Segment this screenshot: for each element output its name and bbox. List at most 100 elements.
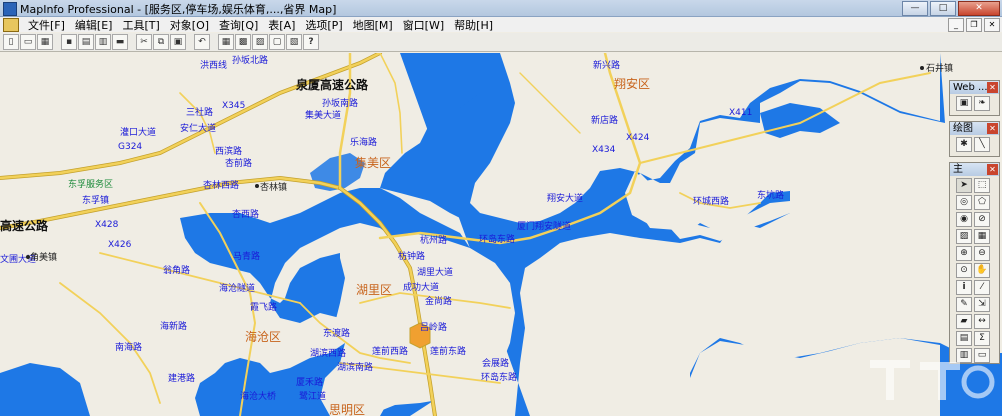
zoom-in-icon[interactable]: ⊕ [956, 246, 972, 261]
maximize-button[interactable]: □ [930, 1, 956, 16]
invert-select-icon[interactable]: ▨ [956, 229, 972, 244]
web-leaf-icon[interactable]: ❧ [974, 96, 990, 111]
new-redistrict-icon[interactable]: ▧ [286, 34, 302, 50]
main-toolbar-palette[interactable]: 主 ✕ ➤ ⬚ ◎ ⬠ ◉ ⊘ ▨ ▦ ⊕ ⊖ ⊙ ✋ i ⁄ ✎ ⇲ ▰ ↔ … [949, 162, 1000, 364]
town-dot [920, 66, 924, 70]
map-label-l52: 厦门翔安隧道 [517, 220, 571, 232]
map-label-l25: 马青路 [233, 250, 260, 262]
new-browser-icon[interactable]: ▦ [218, 34, 234, 50]
grabber-hand-icon[interactable]: ✋ [974, 263, 990, 278]
menu-options[interactable]: 选项[P] [300, 17, 347, 33]
undo-icon[interactable]: ↶ [194, 34, 210, 50]
graph-select-icon[interactable]: ▦ [974, 229, 990, 244]
map-label-l49: 会展路 [482, 357, 509, 369]
cut-icon[interactable]: ✂ [136, 34, 152, 50]
map-label-l36: 湖滨南路 [337, 361, 373, 373]
map-label-l27: 海沧隧道 [219, 282, 255, 294]
map-label-l34: 东渡路 [323, 327, 350, 339]
print-icon[interactable]: ▬ [112, 34, 128, 50]
symbol-tool-icon[interactable]: ✱ [956, 137, 972, 152]
doc-restore-button[interactable]: ❐ [966, 18, 982, 32]
label-tool-icon[interactable]: ✎ [956, 297, 972, 312]
mapinfo-app-icon[interactable] [3, 2, 17, 16]
window-title: MapInfo Professional - [服务区,停车场,娱乐体育,...… [20, 3, 337, 16]
legend-icon[interactable]: ▤ [956, 331, 972, 346]
radius-select-icon[interactable]: ◎ [956, 195, 972, 210]
minimize-button[interactable]: — [902, 1, 928, 16]
doc-minimize-button[interactable]: _ [948, 18, 964, 32]
map-label-l10: 乐海路 [350, 136, 377, 148]
menu-tools[interactable]: 工具[T] [117, 17, 164, 33]
map-label-l37: 厦禾路 [296, 376, 323, 388]
zoom-out-icon[interactable]: ⊖ [974, 246, 990, 261]
new-file-icon[interactable]: ▯ [3, 34, 19, 50]
town-dot [255, 184, 259, 188]
download-site-watermark-icon [870, 360, 995, 400]
map-label-l19: 杏西路 [232, 208, 259, 220]
new-mapper-icon[interactable]: ▩ [235, 34, 251, 50]
new-grapher-icon[interactable]: ▨ [252, 34, 268, 50]
map-label-l40: 湖里区 [356, 282, 392, 297]
boundary-select-icon[interactable]: ◉ [956, 212, 972, 227]
copy-icon[interactable]: ⧉ [153, 34, 169, 50]
web-palette-title[interactable]: Web ... ✕ [950, 81, 999, 94]
new-layout-icon[interactable]: ▢ [269, 34, 285, 50]
menu-help[interactable]: 帮助[H] [449, 17, 498, 33]
standard-toolbar: ▯ ▭ ▦ ▪ ▤ ▥ ▬ ✂ ⧉ ▣ ↶ ▦ ▩ ▨ ▢ ▧ ? [0, 33, 1002, 52]
drawing-toolbar-palette[interactable]: 绘图 ✕ ✱ ╲ [949, 121, 1000, 157]
map-label-l46: 吕岭路 [420, 321, 447, 333]
map-label-l44: 成功大道 [403, 281, 439, 293]
menu-edit[interactable]: 编辑[E] [70, 17, 118, 33]
map-label-l04: 孙坂南路 [322, 97, 358, 109]
drawing-palette-title[interactable]: 绘图 ✕ [950, 122, 999, 135]
map-label-l21: X428 [95, 220, 119, 230]
close-button[interactable]: ✕ [958, 1, 1000, 16]
map-label-l28: 霞飞路 [250, 301, 277, 313]
unselect-all-icon[interactable]: ⊘ [974, 212, 990, 227]
map-label-l17: 杏林镇 [260, 181, 287, 193]
map-label-l38: 鹭江道 [299, 390, 326, 402]
save-workspace-icon[interactable]: ▤ [78, 34, 94, 50]
map-label-l39: 思明区 [329, 403, 365, 416]
drawing-palette-close-icon[interactable]: ✕ [987, 123, 998, 134]
map-document-icon[interactable] [3, 17, 19, 32]
open-workspace-icon[interactable]: ▦ [37, 34, 53, 50]
print-preview-icon[interactable]: ▥ [95, 34, 111, 50]
paste-icon[interactable]: ▣ [170, 34, 186, 50]
line-tool-icon[interactable]: ╲ [974, 137, 990, 152]
menu-map[interactable]: 地图[M] [348, 17, 398, 33]
select-arrow-icon[interactable]: ➤ [956, 178, 972, 193]
map-label-l05: X345 [222, 101, 245, 111]
save-icon[interactable]: ▪ [61, 34, 77, 50]
window-controls: — □ ✕ [902, 1, 1000, 16]
statistics-icon[interactable]: Σ [974, 331, 990, 346]
menu-window[interactable]: 窗口[W] [398, 17, 449, 33]
doc-close-button[interactable]: ✕ [984, 18, 1000, 32]
map-label-l16: 杏林西路 [203, 179, 239, 191]
hotlink-icon[interactable]: ⁄ [974, 280, 990, 295]
drag-window-icon[interactable]: ⇲ [974, 297, 990, 312]
marquee-select-icon[interactable]: ⬚ [974, 178, 990, 193]
toolbar-separator [187, 34, 193, 50]
toolbar-separator [54, 34, 60, 50]
web-palette-close-icon[interactable]: ✕ [987, 82, 998, 93]
document-window-controls: _ ❐ ✕ [948, 18, 1000, 32]
change-view-icon[interactable]: ⊙ [956, 263, 972, 278]
web-toolbar-palette[interactable]: Web ... ✕ ▣ ❧ [949, 80, 1000, 116]
menu-table[interactable]: 表[A] [263, 17, 300, 33]
help-pointer-icon[interactable]: ? [303, 34, 319, 50]
info-tool-icon[interactable]: i [956, 280, 972, 295]
map-label-l24: 角美镇 [30, 251, 57, 263]
web-map-icon[interactable]: ▣ [956, 96, 972, 111]
menu-file[interactable]: 文件[F] [23, 17, 70, 33]
ruler-icon[interactable]: ↔ [974, 314, 990, 329]
menu-objects[interactable]: 对象[O] [165, 17, 214, 33]
open-folder-icon[interactable]: ▭ [20, 34, 36, 50]
main-palette-close-icon[interactable]: ✕ [987, 164, 998, 175]
main-palette-title[interactable]: 主 ✕ [950, 163, 999, 176]
polygon-select-icon[interactable]: ⬠ [974, 195, 990, 210]
map-label-l02: 孙坂北路 [232, 54, 268, 66]
menu-query[interactable]: 查询[Q] [214, 17, 263, 33]
layer-control-icon[interactable]: ▰ [956, 314, 972, 329]
map-label-l30: 南海路 [115, 341, 142, 353]
